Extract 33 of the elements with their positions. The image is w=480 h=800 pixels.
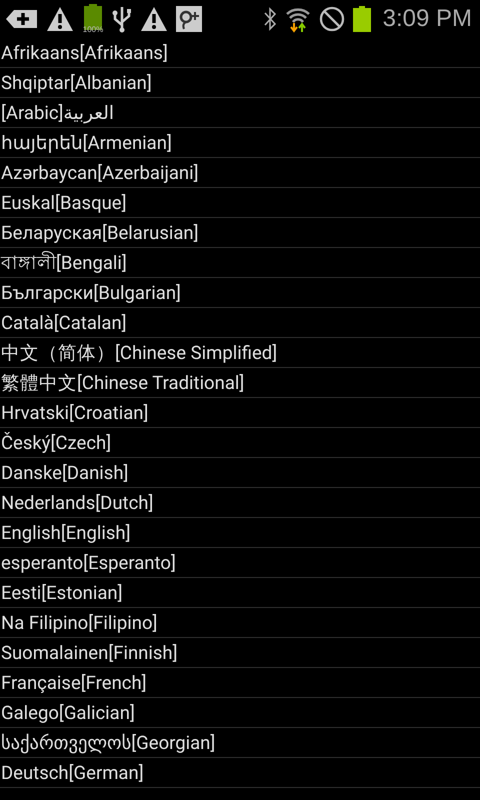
language-item[interactable]: Български[Bulgarian] xyxy=(0,280,181,304)
language-item[interactable]: հայերեն[Armenian] xyxy=(0,130,172,154)
language-item[interactable]: Shqiptar[Albanian] xyxy=(0,70,152,94)
language-item[interactable]: English[English] xyxy=(0,520,131,544)
language-item[interactable]: Český[Czech] xyxy=(0,430,112,454)
blocked-icon xyxy=(318,6,345,32)
language-item[interactable]: Eesti[Estonian] xyxy=(0,580,123,604)
language-item[interactable]: Na Filipino[Filipino] xyxy=(0,610,158,634)
language-item[interactable]: Беларуская[Belarusian] xyxy=(0,220,199,244)
language-item[interactable]: 中文（简体）[Chinese Simplified] xyxy=(0,340,278,364)
language-item[interactable]: Azərbaycan[Azerbaijani] xyxy=(0,160,199,184)
language-item[interactable]: საქართველოს[Georgian] xyxy=(0,730,216,754)
warning-icon xyxy=(140,6,168,32)
language-item[interactable]: العربية[Arabic] xyxy=(0,100,114,124)
language-item[interactable]: 繁體中文[Chinese Traditional] xyxy=(0,370,244,394)
language-item[interactable]: Hrvatski[Croatian] xyxy=(0,400,148,424)
language-item[interactable]: Afrikaans[Afrikaans] xyxy=(0,40,168,64)
language-item[interactable]: Danske[Danish] xyxy=(0,460,128,484)
language-item[interactable]: Nederlands[Dutch] xyxy=(0,490,154,514)
clock-time: 3:09 PM xyxy=(382,5,472,33)
language-item[interactable]: esperanto[Esperanto] xyxy=(0,550,176,574)
language-item[interactable]: Galego[Galician] xyxy=(0,700,135,724)
language-item[interactable]: Català[Catalan] xyxy=(0,310,127,334)
warning-icon xyxy=(46,6,74,32)
usb-icon xyxy=(112,5,132,33)
battery-percent: 100% xyxy=(82,25,104,34)
language-item[interactable]: Euskal[Basque] xyxy=(0,190,127,214)
battery-icon xyxy=(352,6,371,32)
language-item[interactable]: Deutsch[German] xyxy=(0,760,144,784)
language-item[interactable]: Française[French] xyxy=(0,670,147,694)
language-item[interactable]: বাঙ্গালী[Bengali] xyxy=(0,250,127,274)
bluetooth-icon xyxy=(262,6,277,32)
language-item[interactable]: Suomalainen[Finnish] xyxy=(0,640,178,664)
